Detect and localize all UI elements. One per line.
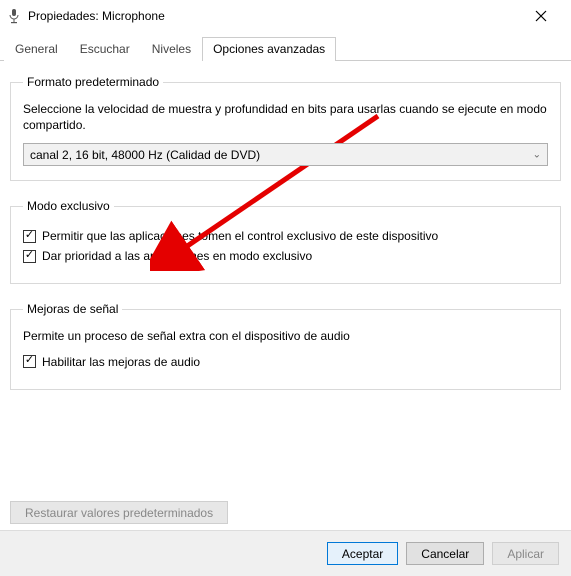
group-signal-enhancements-legend: Mejoras de señal (23, 302, 122, 316)
sample-format-value: canal 2, 16 bit, 48000 Hz (Calidad de DV… (30, 148, 260, 162)
group-exclusive-mode-legend: Modo exclusivo (23, 199, 114, 213)
dialog-footer: Aceptar Cancelar Aplicar (0, 530, 571, 576)
chevron-down-icon: ⌄ (533, 149, 541, 160)
cancel-button[interactable]: Cancelar (406, 542, 484, 565)
microphone-icon (8, 8, 22, 24)
sample-format-select[interactable]: canal 2, 16 bit, 48000 Hz (Calidad de DV… (23, 143, 548, 166)
apply-button[interactable]: Aplicar (492, 542, 559, 565)
restore-defaults-button[interactable]: Restaurar valores predeterminados (10, 501, 228, 524)
label-exclusive-priority: Dar prioridad a las aplicaciones en modo… (42, 249, 312, 263)
tab-strip: General Escuchar Niveles Opciones avanza… (0, 36, 571, 61)
tab-escuchar[interactable]: Escuchar (69, 37, 141, 61)
default-format-description: Seleccione la velocidad de muestra y pro… (23, 101, 548, 133)
checkbox-allow-exclusive[interactable] (23, 230, 36, 243)
ok-button[interactable]: Aceptar (327, 542, 398, 565)
tab-panel: Formato predeterminado Seleccione la vel… (0, 61, 571, 530)
titlebar: Propiedades: Microphone (0, 0, 571, 32)
group-default-format-legend: Formato predeterminado (23, 75, 163, 89)
enhancements-description: Permite un proceso de señal extra con el… (23, 328, 548, 344)
tab-general[interactable]: General (4, 37, 69, 61)
label-enable-enhancements: Habilitar las mejoras de audio (42, 355, 200, 369)
tab-opciones-avanzadas[interactable]: Opciones avanzadas (202, 37, 336, 61)
label-allow-exclusive: Permitir que las aplicaciones tomen el c… (42, 229, 438, 243)
checkbox-exclusive-priority[interactable] (23, 250, 36, 263)
tab-niveles[interactable]: Niveles (141, 37, 202, 61)
group-signal-enhancements: Mejoras de señal Permite un proceso de s… (10, 302, 561, 389)
window-title: Propiedades: Microphone (28, 9, 165, 23)
group-exclusive-mode: Modo exclusivo Permitir que las aplicaci… (10, 199, 561, 284)
group-default-format: Formato predeterminado Seleccione la vel… (10, 75, 561, 181)
close-icon[interactable] (519, 1, 563, 31)
checkbox-enable-enhancements[interactable] (23, 355, 36, 368)
